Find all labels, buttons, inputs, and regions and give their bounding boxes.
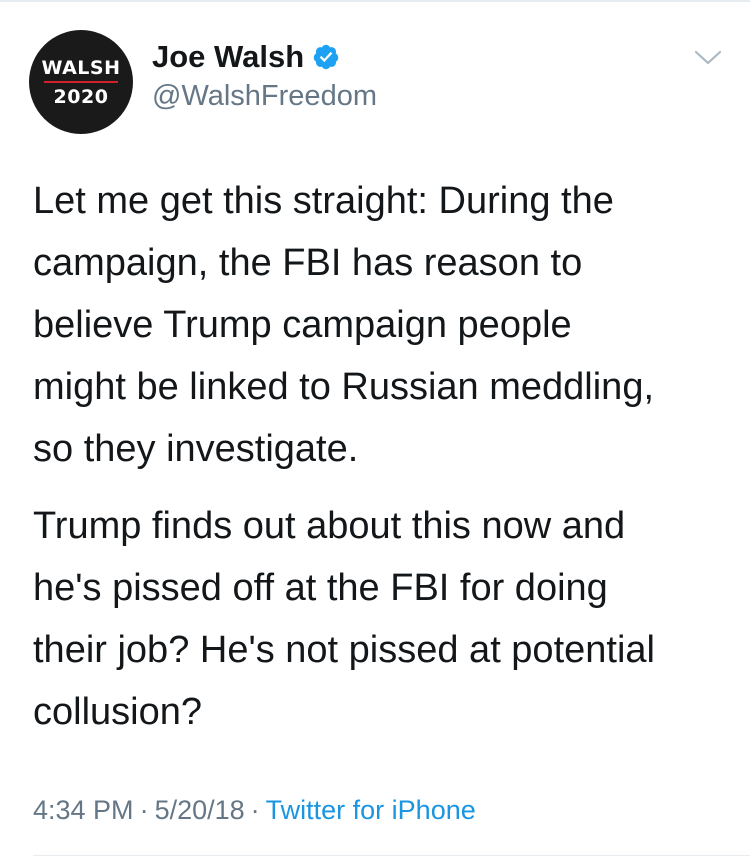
avatar-divider <box>44 80 118 83</box>
tweet-card: WALSH 2020 Joe Walsh @WalshFreedom Let m… <box>0 0 750 861</box>
tweet-paragraph: Trump finds out about this now and he's … <box>33 505 655 733</box>
separator-dot: · <box>139 795 149 825</box>
tweet-source-link[interactable]: Twitter for iPhone <box>266 795 476 825</box>
avatar-text-walsh: WALSH <box>41 56 121 79</box>
tweet-metadata: 4:34 PM · 5/20/18 · Twitter for iPhone <box>33 790 476 830</box>
avatar-text-year: 2020 <box>53 85 109 108</box>
verified-badge-icon <box>312 43 340 71</box>
chevron-down-icon[interactable] <box>693 48 723 68</box>
display-name[interactable]: Joe Walsh <box>152 38 304 76</box>
separator-dot: · <box>250 795 260 825</box>
user-handle[interactable]: @WalshFreedom <box>152 78 377 114</box>
author-name-row: Joe Walsh <box>152 38 340 76</box>
bottom-divider <box>33 855 750 856</box>
tweet-paragraph: Let me get this straight: During the cam… <box>33 180 655 470</box>
top-divider <box>0 0 750 2</box>
tweet-date[interactable]: 5/20/18 <box>155 795 245 825</box>
tweet-text: Let me get this straight: During the cam… <box>33 170 733 743</box>
tweet-time[interactable]: 4:34 PM <box>33 795 134 825</box>
avatar[interactable]: WALSH 2020 <box>29 30 133 134</box>
